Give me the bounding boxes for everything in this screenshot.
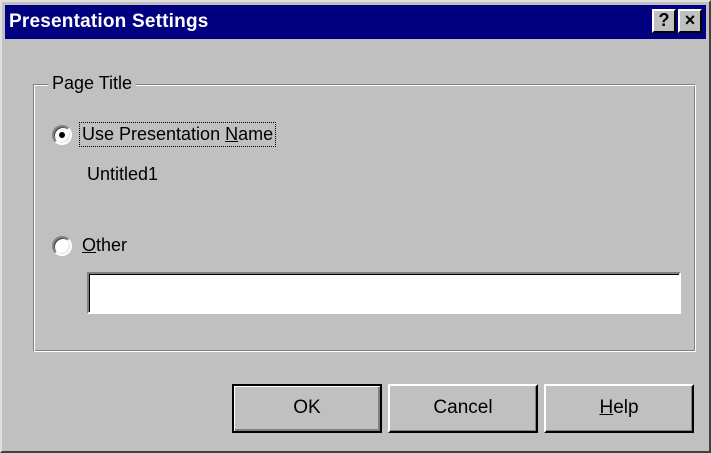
presentation-name-value: Untitled1	[87, 164, 159, 184]
ok-button[interactable]: OK	[232, 384, 382, 433]
title-bar[interactable]: Presentation Settings ? ×	[5, 5, 706, 39]
help-button[interactable]: Help	[544, 384, 694, 433]
use-presentation-name-radio[interactable]	[52, 125, 72, 145]
page-title-group-label: Page Title	[48, 73, 137, 94]
other-radio[interactable]	[52, 236, 72, 256]
help-icon[interactable]: ?	[652, 9, 676, 33]
close-icon[interactable]: ×	[678, 9, 702, 33]
other-label[interactable]: Other	[82, 235, 127, 256]
use-presentation-name-label[interactable]: Use Presentation Name	[79, 122, 277, 147]
other-title-input[interactable]	[87, 272, 681, 314]
radio-selected-dot	[59, 132, 65, 138]
dialog-title: Presentation Settings	[9, 11, 209, 32]
cancel-button[interactable]: Cancel	[388, 384, 538, 433]
